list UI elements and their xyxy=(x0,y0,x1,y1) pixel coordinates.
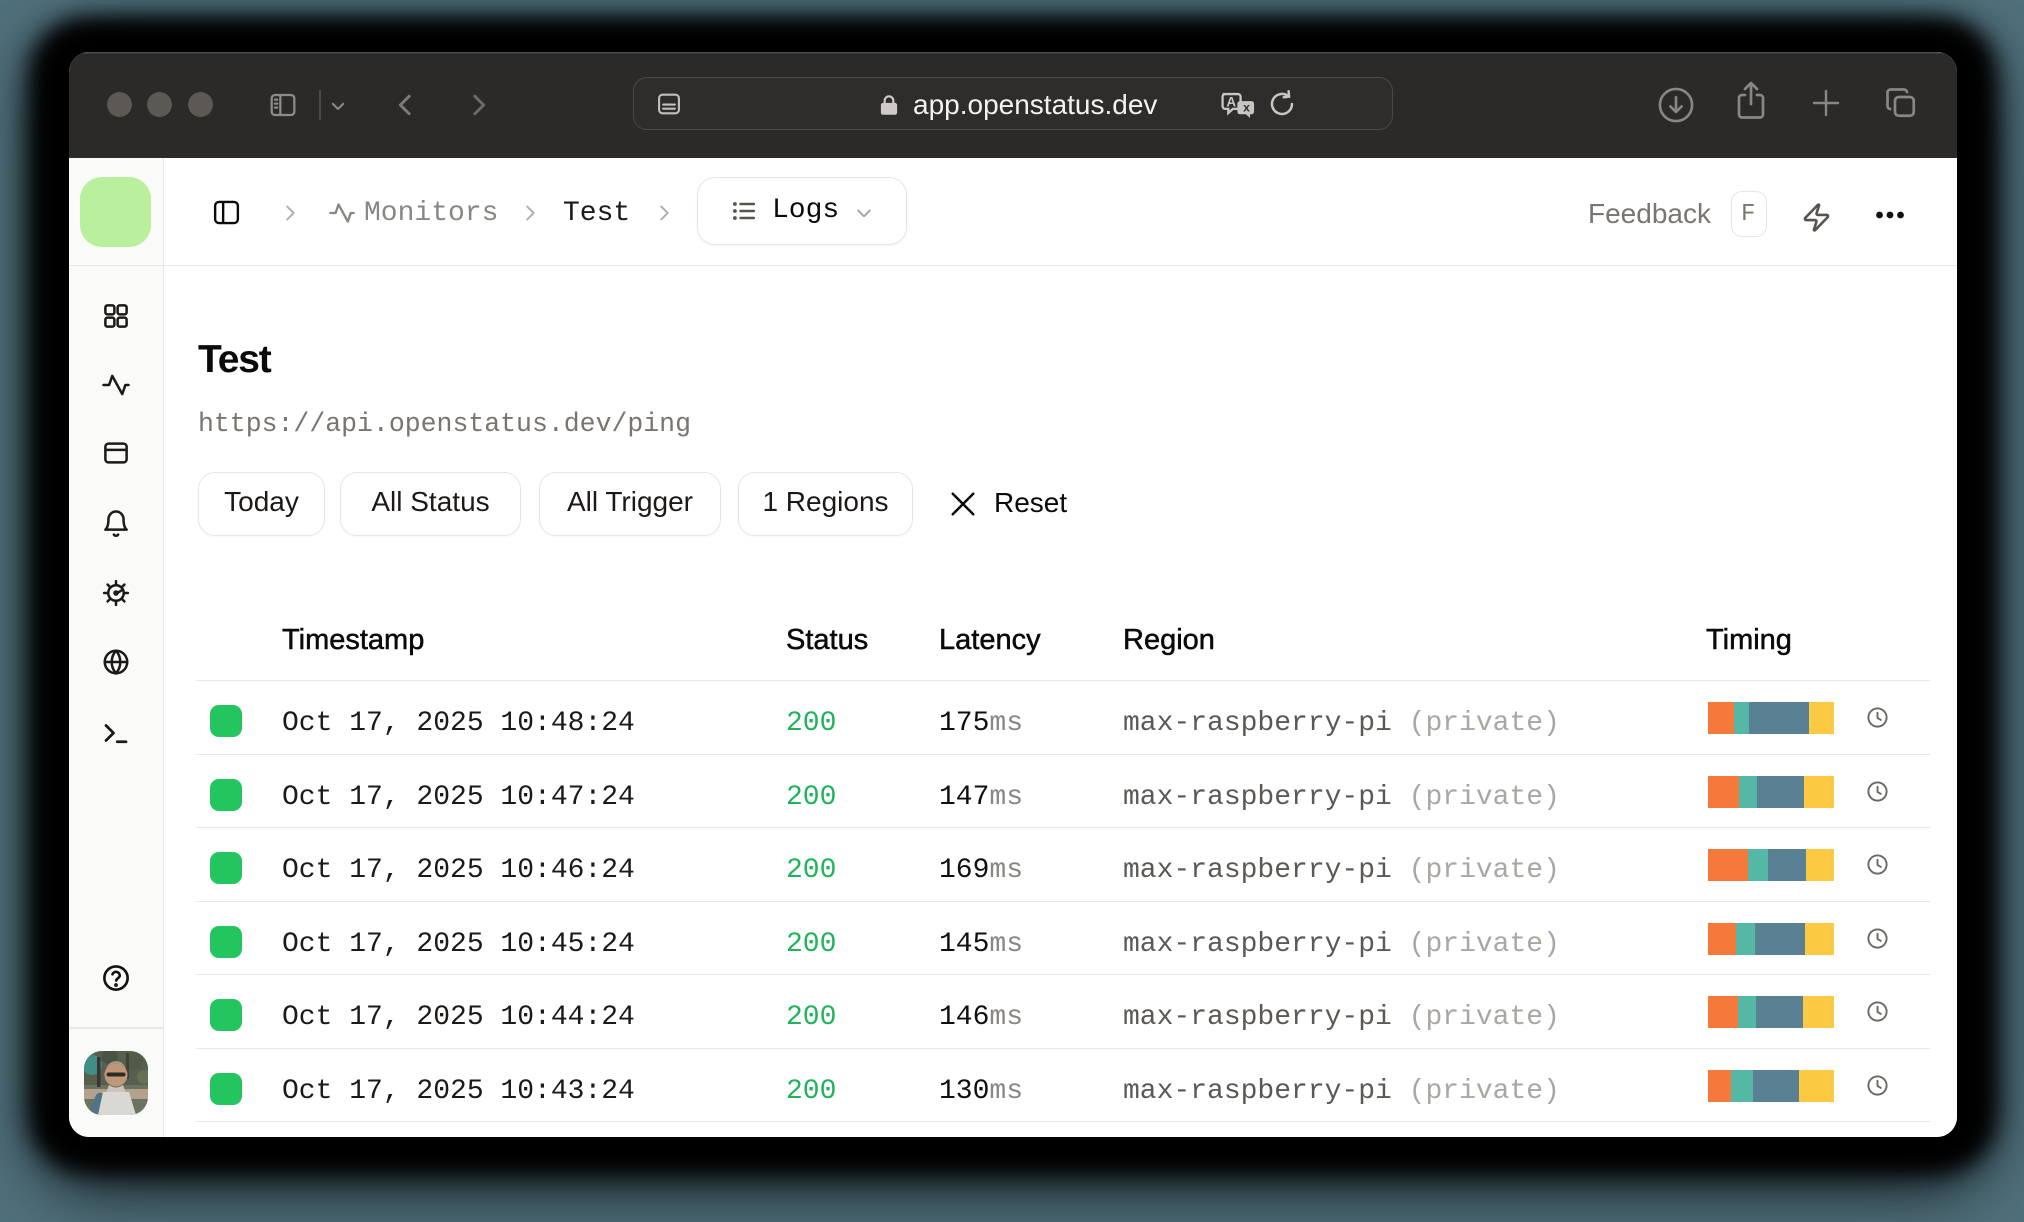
svg-text:A: A xyxy=(1226,94,1236,109)
svg-text:x: x xyxy=(1243,100,1250,114)
